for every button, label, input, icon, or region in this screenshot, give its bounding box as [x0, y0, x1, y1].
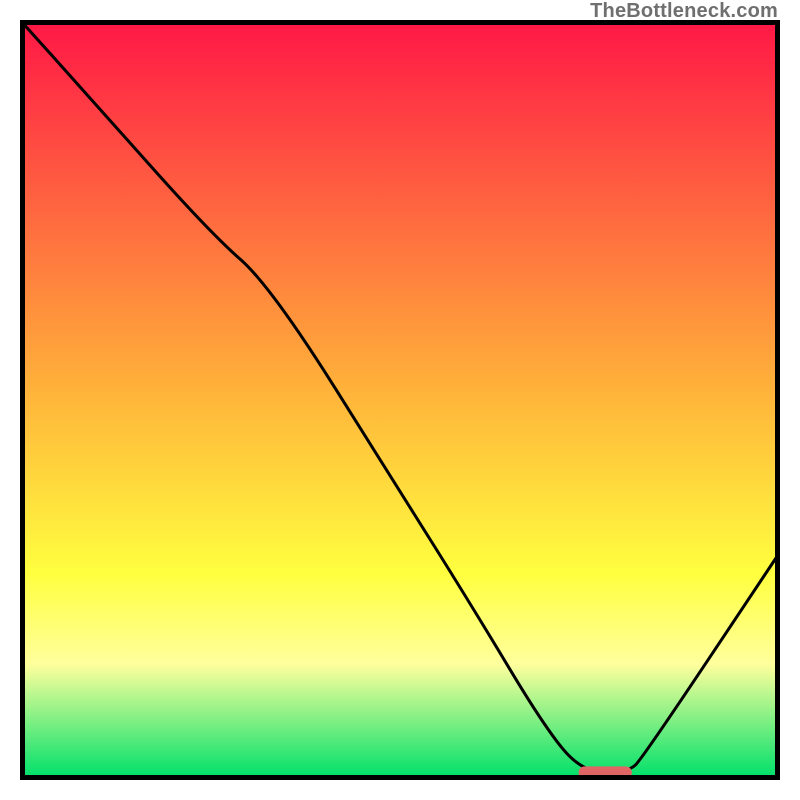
- gradient-background: [23, 23, 777, 777]
- chart-frame: TheBottleneck.com: [0, 0, 800, 800]
- chart-svg: [20, 20, 780, 780]
- plot-area: [20, 20, 780, 780]
